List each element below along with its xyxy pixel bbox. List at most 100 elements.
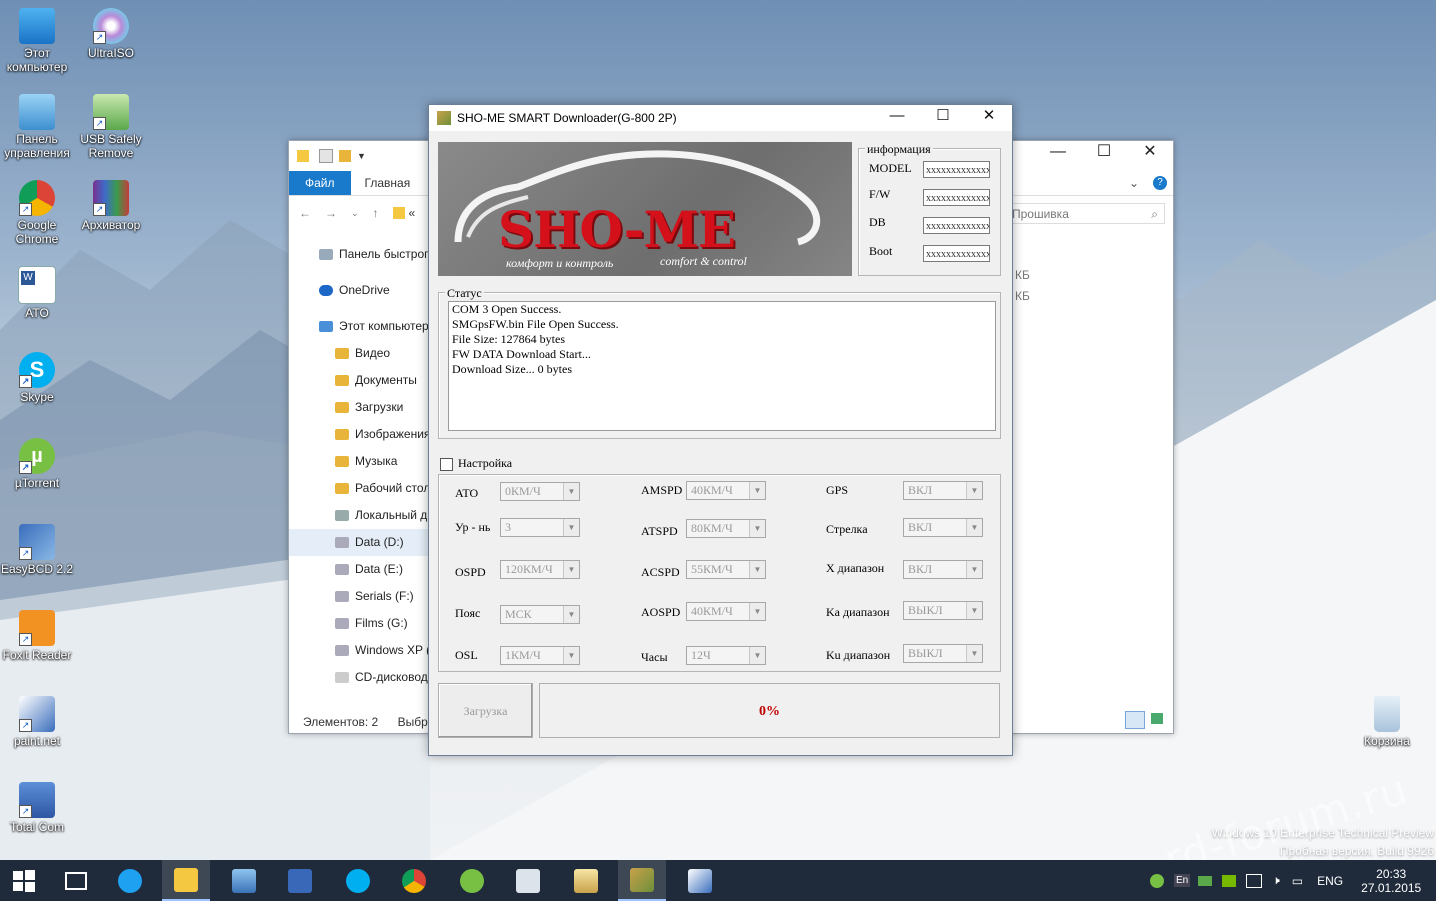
minimize-button[interactable]: — xyxy=(874,105,920,129)
language-tray-icon[interactable]: En xyxy=(1174,874,1191,887)
properties-icon[interactable] xyxy=(319,149,333,163)
desktop-icon-easybcd[interactable]: ↗ EasyBCD 2.2 xyxy=(0,524,74,576)
osl-select[interactable]: 1КМ/Ч ▼ xyxy=(500,646,580,665)
ku-band-select[interactable]: ВЫКЛ ▼ xyxy=(903,644,983,663)
close-button[interactable]: ✕ xyxy=(1127,141,1173,165)
input-language[interactable]: ENG xyxy=(1317,874,1343,888)
sidebar-item-serials-f[interactable]: Serials (F:) xyxy=(289,583,429,610)
desktop-icon-recycle-bin[interactable]: Корзина xyxy=(1350,696,1424,748)
utorrent-tray-icon[interactable] xyxy=(1150,873,1164,888)
desktop-icon-ultraiso[interactable]: ↗ UltraISO xyxy=(74,8,148,60)
back-arrow-icon[interactable]: ← xyxy=(299,206,311,220)
settings-checkbox[interactable] xyxy=(440,458,453,471)
x-band-select[interactable]: ВКЛ ▼ xyxy=(903,560,983,579)
desktop-icon-foxit-reader[interactable]: ↗ Foxit Reader xyxy=(0,610,74,662)
model-field[interactable]: xxxxxxxxxxxxxxx xyxy=(923,161,990,178)
start-button[interactable] xyxy=(0,860,48,901)
sidebar-item-data-d[interactable]: Data (D:) xyxy=(289,529,429,556)
sidebar-item-quick-access[interactable]: Панель быстрого доступа xyxy=(289,241,429,268)
taskbar-exe[interactable] xyxy=(562,860,610,901)
chevron-down-icon[interactable]: ⌄ xyxy=(351,208,359,219)
log-line: FW DATA Download Start... xyxy=(452,347,591,361)
sidebar-item-pictures[interactable]: Изображения xyxy=(289,421,429,448)
large-icons-view-icon[interactable] xyxy=(1151,713,1163,724)
sidebar-item-downloads[interactable]: Загрузки xyxy=(289,394,429,421)
sidebar-item-windows-xp[interactable]: Windows XP ( xyxy=(289,637,429,664)
sidebar-item-video[interactable]: Видео xyxy=(289,340,429,367)
desktop-icon-archiver[interactable]: ↗ Архиватор xyxy=(74,180,148,232)
sidebar-item-films-g[interactable]: Films (G:) xyxy=(289,610,429,637)
chevron-down-icon: ▼ xyxy=(749,561,765,578)
network-tray-icon[interactable] xyxy=(1246,873,1263,888)
desktop-icon-control-panel[interactable]: Панель управления xyxy=(0,94,74,160)
level-select[interactable]: 3 ▼ xyxy=(500,518,580,537)
tab-file[interactable]: Файл xyxy=(289,171,351,195)
desktop-icon-this-pc[interactable]: Этот компьютер xyxy=(0,8,74,74)
search-box[interactable]: Прошивка ⌕ xyxy=(1005,203,1165,224)
sidebar-item-data-e[interactable]: Data (E:) xyxy=(289,556,429,583)
fw-field[interactable]: xxxxxxxxxxxxxxx xyxy=(923,189,990,206)
chevron-down-icon[interactable]: ⌄ xyxy=(1129,176,1139,190)
arrow-select[interactable]: ВКЛ ▼ xyxy=(903,518,983,537)
help-icon[interactable]: ? xyxy=(1153,176,1167,190)
ka-band-select[interactable]: ВЫКЛ ▼ xyxy=(903,601,983,620)
taskbar-paint-net[interactable] xyxy=(676,860,724,901)
address-bar[interactable]: « xyxy=(392,206,415,220)
task-view-button[interactable] xyxy=(52,860,100,901)
desktop-icon-skype[interactable]: S ↗ Skype xyxy=(0,352,74,404)
chevron-down-icon[interactable]: ▼ xyxy=(357,151,366,161)
taskbar-total-commander[interactable] xyxy=(276,860,324,901)
taskbar-explorer[interactable] xyxy=(162,860,210,901)
new-folder-icon[interactable] xyxy=(339,150,351,162)
taskbar-remote[interactable] xyxy=(220,860,268,901)
sidebar-item-desktop[interactable]: Рабочий стол xyxy=(289,475,429,502)
atspd-select[interactable]: 80КМ/Ч ▼ xyxy=(686,519,766,538)
desktop-icon-chrome[interactable]: ↗ Google Chrome xyxy=(0,180,74,246)
db-field[interactable]: xxxxxxxxxxxxxxx xyxy=(923,217,990,234)
status-log[interactable]: COM 3 Open Success. SMGpsFW.bin File Ope… xyxy=(448,301,996,431)
sidebar-item-cd-drive[interactable]: CD-дисковод xyxy=(289,664,429,691)
taskbar-sho-me[interactable] xyxy=(618,860,666,901)
up-arrow-icon[interactable]: ↑ xyxy=(373,206,379,220)
minimize-button[interactable]: — xyxy=(1035,141,1081,165)
notifications-icon[interactable]: ▭ xyxy=(1292,874,1303,888)
forward-arrow-icon[interactable]: → xyxy=(325,206,337,220)
sidebar-item-documents[interactable]: Документы xyxy=(289,367,429,394)
taskbar-ie[interactable] xyxy=(106,860,154,901)
desktop-icon-utorrent[interactable]: µ ↗ µTorrent xyxy=(0,438,74,490)
aospd-select[interactable]: 40КМ/Ч ▼ xyxy=(686,602,766,621)
acspd-select[interactable]: 55КМ/Ч ▼ xyxy=(686,560,766,579)
taskbar-skype[interactable] xyxy=(334,860,382,901)
usb-tray-icon[interactable] xyxy=(1198,875,1213,886)
tab-home[interactable]: Главная xyxy=(351,176,425,190)
clock-select[interactable]: 12Ч ▼ xyxy=(686,646,766,665)
maximize-button[interactable]: ☐ xyxy=(1081,141,1127,165)
sidebar-item-music[interactable]: Музыка xyxy=(289,448,429,475)
taskbar-chrome[interactable] xyxy=(390,860,438,901)
ospd-select[interactable]: 120КМ/Ч ▼ xyxy=(500,560,580,579)
desktop-icon-usb-safely-remove[interactable]: ↗ USB Safely Remove xyxy=(74,94,148,160)
belt-select[interactable]: МСК ▼ xyxy=(500,605,580,624)
usb-icon: ↗ xyxy=(93,94,129,130)
desktop-icon-paint-net[interactable]: ↗ paint.net xyxy=(0,696,74,748)
sidebar-item-this-pc[interactable]: Этот компьютер xyxy=(289,313,429,340)
taskbar-utorrent[interactable] xyxy=(448,860,496,901)
desktop-icon-total-commander[interactable]: ↗ Total Com xyxy=(0,782,74,834)
taskbar-app[interactable] xyxy=(504,860,552,901)
maximize-button[interactable]: ☐ xyxy=(920,105,966,129)
desktop-icon-ato[interactable]: W ATO xyxy=(0,266,74,320)
clock[interactable]: 20:33 27.01.2015 xyxy=(1361,867,1421,895)
volume-icon[interactable]: 🕨 xyxy=(1272,873,1280,888)
close-button[interactable]: ✕ xyxy=(966,105,1012,129)
sidebar-item-local-disk[interactable]: Локальный диск xyxy=(289,502,429,529)
load-button[interactable]: Загрузка xyxy=(438,683,533,738)
amspd-select[interactable]: 40КМ/Ч ▼ xyxy=(686,481,766,500)
sidebar-item-onedrive[interactable]: OneDrive xyxy=(289,277,429,304)
details-view-icon[interactable] xyxy=(1125,711,1145,729)
sho-me-downloader-window[interactable]: SHO-ME SMART Downloader(G-800 2P) — ☐ ✕ … xyxy=(428,104,1013,756)
ato-select[interactable]: 0КМ/Ч ▼ xyxy=(500,482,580,501)
nvidia-tray-icon[interactable] xyxy=(1222,874,1237,887)
clock-date: 27.01.2015 xyxy=(1361,880,1422,895)
gps-select[interactable]: ВКЛ ▼ xyxy=(903,481,983,500)
boot-field[interactable]: xxxxxxxxxxxxxxx xyxy=(923,245,990,262)
